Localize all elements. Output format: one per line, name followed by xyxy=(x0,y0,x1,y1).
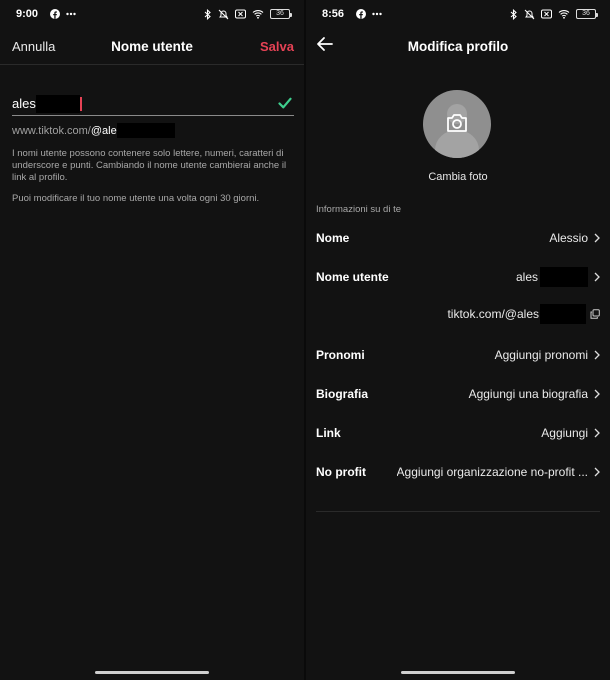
row-label: No profit xyxy=(316,465,366,479)
close-box-icon xyxy=(541,9,552,19)
username-input[interactable]: ales xyxy=(12,92,294,116)
avatar[interactable] xyxy=(423,90,491,158)
row-label: Biografia xyxy=(316,387,369,401)
row-label: Nome xyxy=(316,231,350,245)
text-caret xyxy=(79,96,82,111)
more-dots-icon xyxy=(66,12,76,16)
status-bar: 9:00 36 xyxy=(0,0,304,28)
more-dots-icon xyxy=(372,12,382,16)
check-icon xyxy=(278,96,292,114)
wifi-icon xyxy=(558,9,570,19)
redaction-box xyxy=(116,123,175,138)
row-value-text: Aggiungi xyxy=(541,426,588,440)
row-value: ales xyxy=(516,267,600,287)
row-value: Aggiungi una biografia xyxy=(469,387,600,401)
facebook-icon xyxy=(356,9,367,19)
username-input-value: ales xyxy=(12,96,36,111)
section-divider xyxy=(316,511,600,512)
status-time: 8:56 xyxy=(322,8,345,20)
profile-url-prefix: www.tiktok.com/ xyxy=(12,124,91,137)
row-value-text: Aggiungi una biografia xyxy=(468,387,588,401)
redaction-box xyxy=(540,267,588,287)
save-button[interactable]: Salva xyxy=(260,39,294,54)
wifi-icon xyxy=(252,9,264,19)
redaction-box xyxy=(540,304,586,324)
row-label: Link xyxy=(316,426,341,440)
row-name[interactable]: Nome Alessio xyxy=(316,226,600,250)
profile-url: www.tiktok.com/ @ale xyxy=(12,123,175,138)
username-frequency-hint: Puoi modificare il tuo nome utente una v… xyxy=(12,193,260,204)
row-value: Alessio xyxy=(549,231,600,245)
back-arrow-icon[interactable] xyxy=(316,36,334,57)
row-value: Aggiungi organizzazione no-profit ... xyxy=(397,465,600,479)
row-value-text: Aggiungi organizzazione no-profit ... xyxy=(396,465,588,479)
battery-icon: 36 xyxy=(576,9,598,19)
chevron-right-icon xyxy=(594,272,600,282)
chevron-right-icon xyxy=(594,389,600,399)
facebook-icon xyxy=(50,9,61,19)
row-link[interactable]: Link Aggiungi xyxy=(316,421,600,445)
page-title: Modifica profilo xyxy=(407,38,509,54)
chevron-right-icon xyxy=(594,350,600,360)
chevron-right-icon xyxy=(594,428,600,438)
profile-url-handle: @ale xyxy=(90,124,117,137)
row-value-text: Alessio xyxy=(549,231,588,245)
username-rules-hint: I nomi utente possono contenere solo let… xyxy=(12,148,287,183)
row-value-text: ales xyxy=(515,270,538,284)
row-username[interactable]: Nome utente ales xyxy=(316,265,600,289)
close-box-icon xyxy=(235,9,246,19)
section-title: Informazioni su di te xyxy=(316,204,402,215)
copy-icon[interactable] xyxy=(590,309,600,319)
profile-link[interactable]: tiktok.com/@ales xyxy=(447,304,600,324)
redaction-box xyxy=(35,94,80,113)
home-indicator[interactable] xyxy=(95,671,209,674)
row-label: Pronomi xyxy=(316,348,365,362)
mute-icon xyxy=(218,9,229,20)
status-bar: 8:56 36 xyxy=(306,0,610,28)
row-value-text: Aggiungi pronomi xyxy=(494,348,588,362)
change-photo-button[interactable]: Cambia foto xyxy=(306,171,610,183)
header-divider xyxy=(0,64,304,65)
row-nonprofit[interactable]: No profit Aggiungi organizzazione no-pro… xyxy=(316,460,600,484)
edit-profile-screen: 8:56 36 Modifica profilo Cambia foto Inf… xyxy=(306,0,610,680)
username-edit-screen: 9:00 36 Annulla Nome utente Salva ales w… xyxy=(0,0,304,680)
bluetooth-icon xyxy=(204,8,212,20)
row-value: Aggiungi xyxy=(541,426,600,440)
status-time: 9:00 xyxy=(16,8,39,20)
row-label: Nome utente xyxy=(316,270,389,284)
bluetooth-icon xyxy=(510,8,518,20)
mute-icon xyxy=(524,9,535,20)
row-bio[interactable]: Biografia Aggiungi una biografia xyxy=(316,382,600,406)
chevron-right-icon xyxy=(594,233,600,243)
home-indicator[interactable] xyxy=(401,671,515,674)
profile-link-text: tiktok.com/@ales xyxy=(447,307,539,321)
chevron-right-icon xyxy=(594,467,600,477)
battery-icon: 36 xyxy=(270,9,292,19)
row-value: Aggiungi pronomi xyxy=(495,348,600,362)
camera-icon xyxy=(445,112,469,139)
cancel-button[interactable]: Annulla xyxy=(12,39,55,54)
row-pronouns[interactable]: Pronomi Aggiungi pronomi xyxy=(316,343,600,367)
header: Annulla Nome utente Salva xyxy=(0,28,304,64)
